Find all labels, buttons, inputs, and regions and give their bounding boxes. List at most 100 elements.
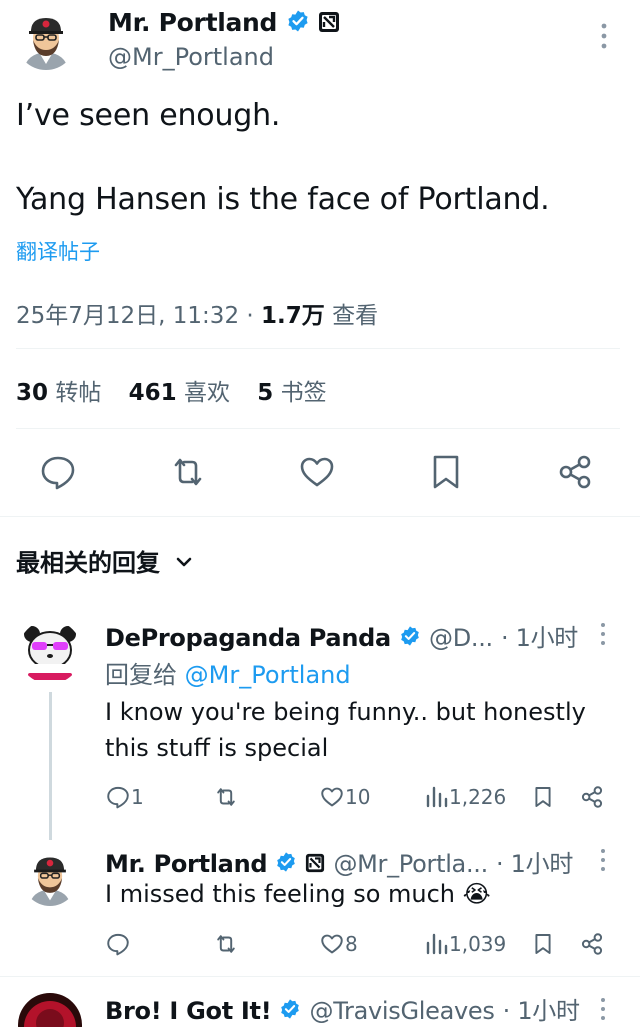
views-chart-icon (425, 784, 449, 810)
reply-reply-button[interactable] (105, 929, 131, 959)
likes-count: 461 (128, 380, 177, 406)
like-icon (319, 931, 345, 957)
view-count: 1,226 (449, 785, 507, 809)
share-icon (579, 931, 605, 957)
post-meta: 25年7月12日, 11:32 · 1.7万 查看 (16, 296, 378, 330)
reply-icon[interactable] (38, 452, 78, 492)
reply-time[interactable]: · 1小时 (501, 624, 578, 652)
reply-repost-button[interactable] (213, 782, 239, 812)
reply-author-name[interactable]: DePropaganda Panda (105, 624, 391, 652)
reply-avatar[interactable] (18, 620, 82, 684)
likes-stat[interactable]: 461 喜欢 (129, 380, 230, 406)
reply-to-prefix: 回复给 (105, 661, 177, 689)
bookmark-icon[interactable] (426, 452, 466, 492)
verified-badge-icon (275, 851, 297, 879)
reply-time[interactable]: · 1小时 (503, 997, 580, 1025)
post-stats: 30 转帖 461 喜欢 5 书签 (16, 373, 327, 407)
reposts-count: 30 (16, 380, 49, 406)
reply-author-name[interactable]: Mr. Portland (105, 850, 268, 878)
like-count: 10 (345, 785, 371, 809)
reply-icon (105, 784, 131, 810)
reply-like-button[interactable]: 8 (319, 929, 358, 959)
view-count: 1,039 (449, 932, 507, 956)
bookmarks-stat[interactable]: 5 书签 (257, 380, 326, 406)
reply-text-line-1: I missed this feeling so much 😭 (105, 880, 491, 908)
bookmarks-label: 书签 (280, 380, 327, 406)
reply-reply-button[interactable]: 1 (105, 782, 144, 812)
reposts-stat[interactable]: 30 转帖 (16, 380, 101, 406)
divider (16, 348, 620, 349)
reply-header: DePropaganda Panda @D... · 1小时 (105, 618, 578, 653)
reply-views-button[interactable]: 1,226 (425, 782, 506, 812)
replies-sort-dropdown[interactable]: 最相关的回复 (16, 543, 194, 578)
reply-icon (105, 931, 131, 957)
replies-sort-label: 最相关的回复 (16, 549, 160, 577)
reply-like-button[interactable]: 10 (319, 782, 370, 812)
likes-label: 喜欢 (183, 380, 230, 406)
more-options-icon[interactable] (598, 622, 608, 650)
author-name-row[interactable]: Mr. Portland (108, 8, 340, 39)
verified-badge-icon (399, 625, 421, 653)
post-text-line-2: Yang Hansen is the face of Portland. (16, 182, 550, 217)
post-timestamp[interactable]: 25年7月12日, 11:32 (16, 303, 239, 329)
views-chart-icon (425, 931, 449, 957)
reply-item[interactable]: Bro! I Got It! @TravisGleaves · 1小时 (0, 977, 640, 1027)
reply-avatar[interactable] (22, 850, 78, 906)
thread-connector (49, 692, 52, 840)
views-count: 1.7万 (261, 303, 325, 329)
post-action-bar (0, 440, 640, 510)
author-avatar[interactable] (16, 10, 76, 70)
author-handle[interactable]: @Mr_Portland (108, 43, 274, 71)
like-icon (319, 784, 345, 810)
reply-to-handle-link[interactable]: @Mr_Portland (185, 661, 351, 689)
reply-bookmark-button[interactable] (531, 929, 555, 959)
share-icon[interactable] (555, 452, 595, 492)
reply-views-button[interactable]: 1,039 (425, 929, 506, 959)
reply-time[interactable]: · 1小时 (496, 850, 573, 878)
translate-post-link[interactable]: 翻译帖子 (16, 236, 100, 266)
reply-author-handle[interactable]: @D... (429, 624, 493, 652)
repost-icon[interactable] (168, 452, 208, 492)
bookmark-icon (531, 931, 555, 957)
reply-header: Mr. Portland @Mr_Portla... · 1小时 (105, 844, 573, 879)
affiliate-badge-icon (305, 851, 325, 879)
more-options-icon[interactable] (598, 22, 610, 54)
divider (16, 428, 620, 429)
reply-bookmark-button[interactable] (531, 782, 555, 812)
chevron-down-icon (174, 550, 194, 578)
repost-icon (213, 784, 239, 810)
reply-action-bar: 1 10 1,226 (105, 782, 615, 812)
bookmarks-count: 5 (257, 380, 274, 406)
reply-author-handle[interactable]: @TravisGleaves (310, 997, 495, 1025)
repost-icon (213, 931, 239, 957)
more-options-icon[interactable] (598, 997, 608, 1025)
like-count: 8 (345, 932, 358, 956)
meta-separator: · (246, 303, 254, 329)
views-label: 查看 (332, 303, 379, 329)
reply-text-line-2: this stuff is special (105, 734, 329, 762)
post-header: Mr. Portland @Mr_Portland (0, 0, 640, 90)
verified-badge-icon (286, 9, 310, 39)
post-text-line-1: I’ve seen enough. (16, 98, 281, 133)
like-icon[interactable] (297, 452, 337, 492)
reply-share-button[interactable] (579, 782, 605, 812)
reply-item[interactable]: Mr. Portland @Mr_Portla... · 1小时 I misse… (0, 840, 640, 975)
reply-author-name[interactable]: Bro! I Got It! (105, 997, 272, 1025)
reply-text-line-1: I know you're being funny.. but honestly (105, 698, 586, 726)
reply-to-line: 回复给 @Mr_Portland (105, 655, 351, 690)
verified-badge-icon (279, 998, 301, 1026)
reply-item[interactable]: DePropaganda Panda @D... · 1小时 回复给 @Mr_P… (0, 600, 640, 840)
reply-action-bar: 8 1,039 (105, 929, 615, 959)
reply-header: Bro! I Got It! @TravisGleaves · 1小时 (105, 991, 580, 1026)
more-options-icon[interactable] (598, 848, 608, 876)
reply-author-handle[interactable]: @Mr_Portla... (333, 850, 488, 878)
author-name[interactable]: Mr. Portland (108, 8, 277, 37)
reply-count: 1 (131, 785, 144, 809)
reply-avatar[interactable] (18, 993, 82, 1027)
affiliate-badge-icon (318, 10, 340, 39)
reply-share-button[interactable] (579, 929, 605, 959)
divider (0, 516, 640, 517)
share-icon (579, 784, 605, 810)
reposts-label: 转帖 (55, 380, 102, 406)
reply-repost-button[interactable] (213, 929, 239, 959)
